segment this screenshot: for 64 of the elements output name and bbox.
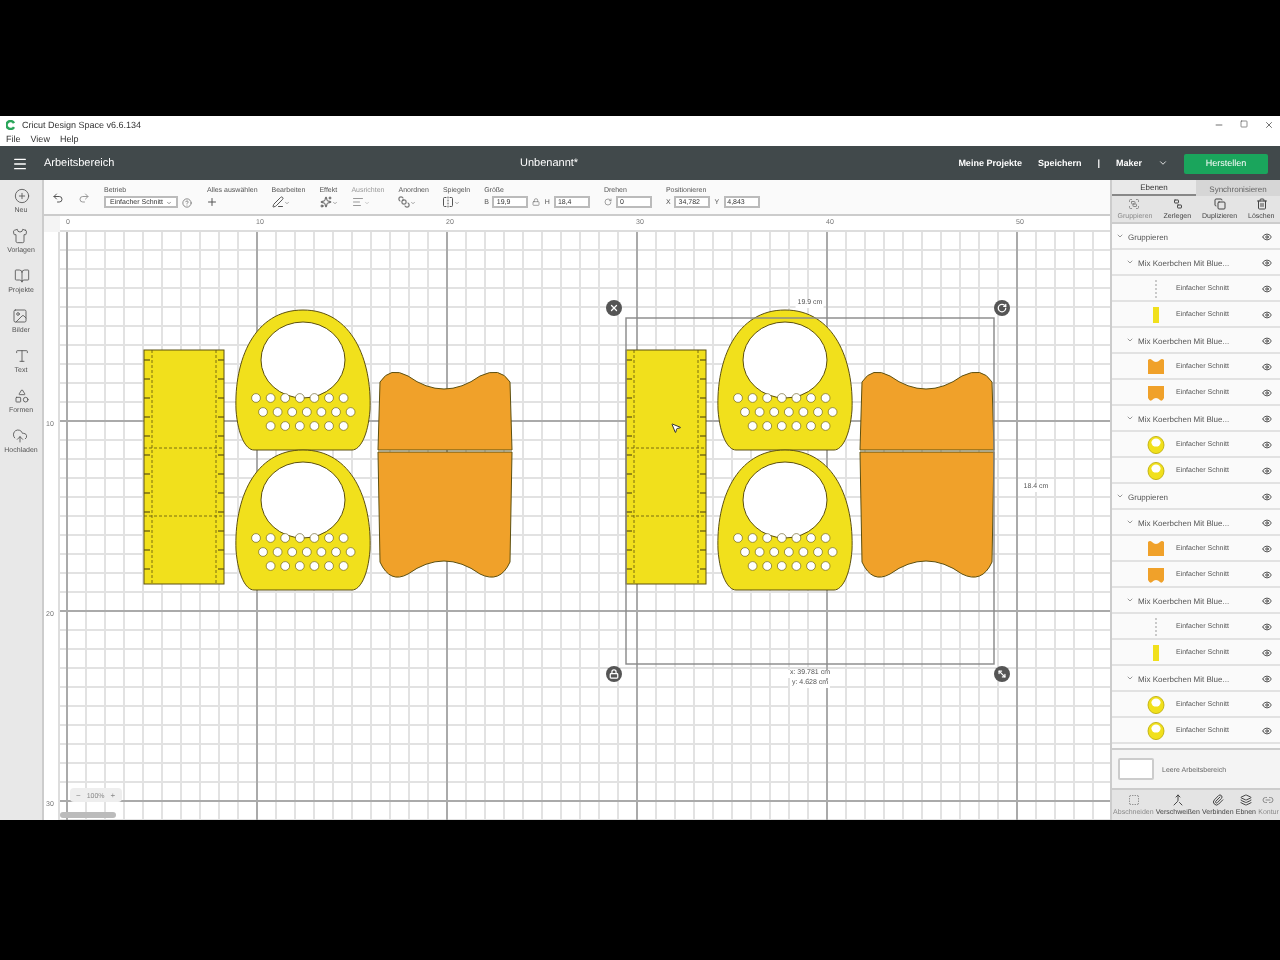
menu-icon[interactable] [12, 155, 28, 171]
eye-icon[interactable] [1262, 309, 1272, 319]
eye-icon[interactable] [1262, 335, 1272, 345]
ungroup-icon [1171, 198, 1184, 210]
lock-icon[interactable] [532, 198, 541, 206]
paperclip-icon [1211, 794, 1224, 806]
basket-thumbnail-icon [1146, 461, 1166, 479]
basket-thumbnail-icon [1146, 695, 1166, 713]
trash-icon [1255, 198, 1268, 210]
weld-icon [1171, 794, 1184, 806]
rotate-icon[interactable] [994, 300, 1010, 316]
upload-icon [12, 428, 29, 444]
lock-icon[interactable] [606, 666, 622, 682]
basket-thumbnail-icon [1146, 721, 1166, 739]
arch-thumbnail-icon [1146, 357, 1166, 375]
shapes-icon [13, 388, 29, 404]
eye-icon[interactable] [1262, 361, 1272, 371]
add-icon [13, 188, 29, 204]
eye-icon[interactable] [1262, 491, 1272, 501]
basket-drawing [235, 449, 371, 591]
bowl-thumbnail-icon [1146, 383, 1166, 401]
scrollbar[interactable] [60, 812, 116, 818]
chevron-icon[interactable] [1158, 158, 1168, 168]
eye-icon[interactable] [1262, 569, 1272, 579]
shirt-icon [12, 228, 29, 244]
canvas-swatch[interactable] [1118, 758, 1154, 780]
eye-icon[interactable] [1262, 543, 1272, 553]
eye-icon[interactable] [1262, 465, 1272, 475]
eye-icon[interactable] [1262, 699, 1272, 709]
undo-icon[interactable] [52, 191, 64, 203]
text-icon [13, 348, 29, 364]
eye-icon[interactable] [1262, 595, 1272, 605]
eye-icon[interactable] [1262, 413, 1272, 423]
eye-icon[interactable] [1262, 231, 1272, 241]
eye-icon[interactable] [1262, 725, 1272, 735]
arch-thumbnail-icon [1146, 539, 1166, 557]
basket-drawing [717, 449, 853, 591]
basket-drawing [235, 309, 371, 451]
redo-icon[interactable] [78, 191, 90, 203]
eye-icon[interactable] [1262, 257, 1272, 267]
resize-icon[interactable] [994, 666, 1010, 682]
copy-icon [1213, 198, 1226, 210]
eye-icon[interactable] [1262, 673, 1272, 683]
contour-icon [1262, 794, 1275, 806]
eye-icon[interactable] [1262, 647, 1272, 657]
app-logo-icon [6, 119, 16, 129]
basket-thumbnail-icon [1146, 435, 1166, 453]
eye-icon[interactable] [1262, 387, 1272, 397]
eye-icon[interactable] [1262, 283, 1272, 293]
bowl-thumbnail-icon [1146, 565, 1166, 583]
cursor-icon [672, 424, 681, 433]
eye-icon[interactable] [1262, 517, 1272, 527]
group-icon [1128, 198, 1141, 210]
plus-icon[interactable] [206, 196, 219, 208]
close-icon[interactable] [606, 300, 622, 316]
selection-box[interactable] [625, 317, 995, 665]
basket-drawing [717, 309, 853, 451]
eye-icon[interactable] [1262, 439, 1272, 449]
image-icon [12, 308, 29, 324]
book-icon [13, 268, 29, 284]
pen-icon[interactable] [271, 196, 290, 208]
eye-icon[interactable] [1262, 621, 1272, 631]
rotate-icon [603, 198, 612, 206]
layers-icon [1239, 794, 1252, 806]
